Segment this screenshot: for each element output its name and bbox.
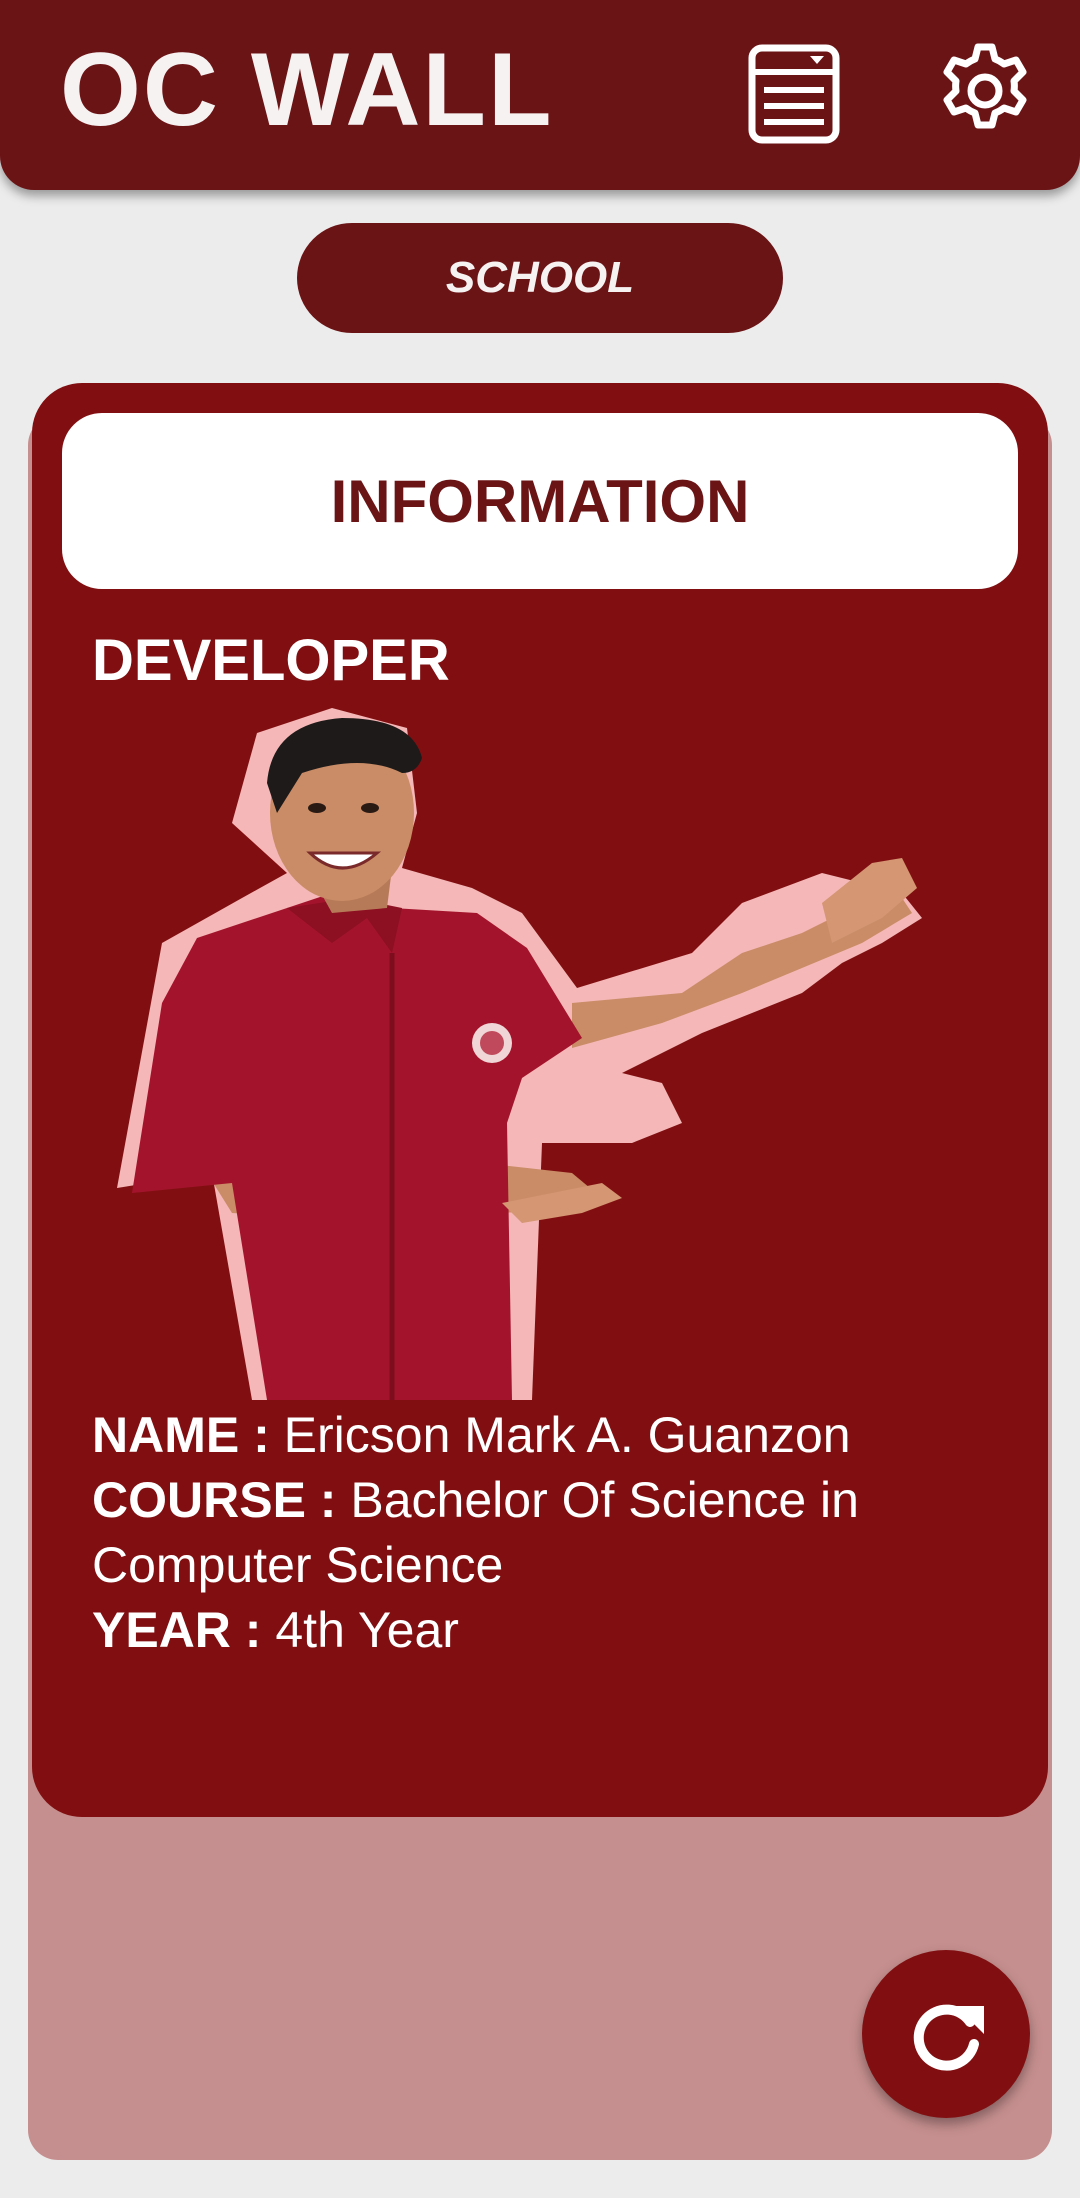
- list-button[interactable]: [744, 40, 844, 148]
- year-label: YEAR :: [92, 1602, 262, 1658]
- course-row: COURSE : Bachelor Of Science in Computer…: [92, 1468, 992, 1598]
- course-label: COURSE :: [92, 1472, 337, 1528]
- refresh-button[interactable]: [862, 1950, 1030, 2118]
- developer-photo: [117, 708, 922, 1400]
- year-row: YEAR : 4th Year: [92, 1598, 992, 1663]
- name-label: NAME :: [92, 1407, 270, 1463]
- information-heading: INFORMATION: [62, 413, 1018, 589]
- refresh-icon: [913, 2004, 984, 2071]
- gear-icon: [943, 43, 1027, 129]
- developer-title: DEVELOPER: [92, 628, 450, 693]
- settings-button[interactable]: [930, 36, 1040, 146]
- list-icon: [748, 44, 840, 144]
- year-value: 4th Year: [275, 1602, 459, 1658]
- app-screen: OC WALL SCHOOL INFORMATION DEVELOPER NAM…: [0, 0, 1080, 2198]
- developer-details: NAME : Ericson Mark A. Guanzon COURSE : …: [92, 1403, 992, 1663]
- developer-info-card: INFORMATION DEVELOPER NAME: Ericson Mar…: [32, 383, 1048, 1817]
- school-category-button[interactable]: SCHOOL: [297, 223, 783, 333]
- top-app-bar: OC WALL: [0, 0, 1080, 190]
- app-title: OC WALL: [60, 32, 554, 148]
- name-value: Ericson Mark A. Guanzon: [283, 1407, 851, 1463]
- name-row: NAME : Ericson Mark A. Guanzon: [92, 1403, 992, 1468]
